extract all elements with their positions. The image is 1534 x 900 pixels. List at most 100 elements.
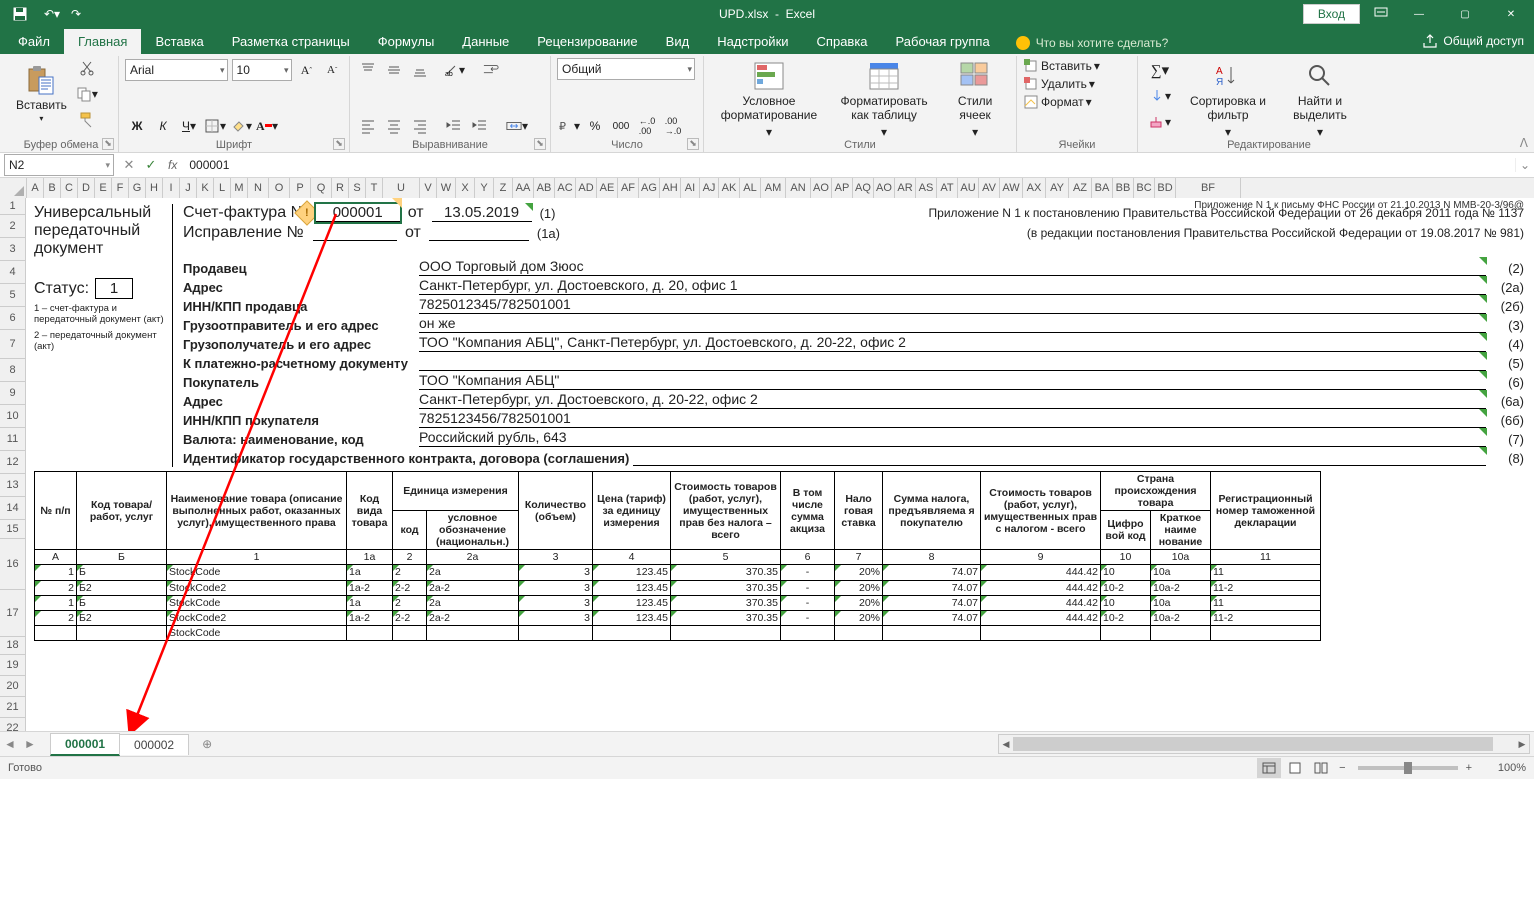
table-cell[interactable]: 10a — [1151, 565, 1211, 580]
column-header[interactable]: AB — [534, 178, 555, 198]
tab-home[interactable]: Главная — [64, 29, 141, 54]
row-header[interactable]: 11 — [0, 428, 26, 451]
sheets-prev-button[interactable]: ◄ — [0, 737, 20, 751]
column-header[interactable]: AD — [576, 178, 597, 198]
table-cell[interactable]: 74.07 — [883, 565, 981, 580]
tab-file[interactable]: Файл — [4, 29, 64, 54]
cell-styles-button[interactable]: Стили ячеек▾ — [940, 58, 1010, 141]
maximize-button[interactable]: ▢ — [1442, 0, 1488, 28]
column-header[interactable]: BD — [1155, 178, 1176, 198]
column-headers[interactable]: ABCDEFGHIJKLMNOPQRSTUVWXYZAAABACADAEAFAG… — [0, 178, 1534, 199]
table-row[interactable]: 2Б2StockCode21a-22-22a-23123.45370.35-20… — [35, 580, 1321, 595]
table-cell[interactable]: - — [781, 565, 835, 580]
table-cell[interactable]: 20% — [835, 610, 883, 625]
column-header[interactable]: AL — [740, 178, 761, 198]
table-cell[interactable]: 1a-2 — [347, 610, 393, 625]
page-break-view-button[interactable] — [1309, 758, 1333, 778]
table-cell[interactable]: Б — [77, 565, 167, 580]
column-header[interactable]: X — [456, 178, 475, 198]
tab-data[interactable]: Данные — [448, 29, 523, 54]
table-cell[interactable] — [1211, 625, 1321, 640]
column-header[interactable]: AC — [555, 178, 576, 198]
column-header[interactable]: BC — [1134, 178, 1155, 198]
table-row[interactable]: 2Б2StockCode21a-22-22a-23123.45370.35-20… — [35, 610, 1321, 625]
table-cell[interactable]: 10-2 — [1101, 610, 1151, 625]
table-cell[interactable]: 444.42 — [981, 580, 1101, 595]
column-header[interactable]: AY — [1046, 178, 1069, 198]
table-cell[interactable]: 370.35 — [671, 565, 781, 580]
column-header[interactable]: J — [180, 178, 197, 198]
share-button[interactable]: Общий доступ — [1423, 28, 1524, 54]
column-header[interactable]: F — [112, 178, 129, 198]
table-cell[interactable] — [77, 625, 167, 640]
percent-button[interactable]: % — [583, 114, 607, 138]
column-header[interactable]: AW — [1000, 178, 1023, 198]
column-header[interactable]: BF — [1176, 178, 1241, 198]
row-header[interactable]: 1 — [0, 198, 26, 215]
table-cell[interactable]: 20% — [835, 595, 883, 610]
column-header[interactable]: U — [383, 178, 420, 198]
increase-font-button[interactable]: Aˆ — [296, 58, 318, 82]
spreadsheet-grid[interactable]: ABCDEFGHIJKLMNOPQRSTUVWXYZAAABACADAEAFAG… — [0, 178, 1534, 731]
table-cell[interactable]: 2-2 — [393, 610, 427, 625]
zoom-slider[interactable] — [1358, 766, 1458, 770]
table-cell[interactable]: 3 — [519, 580, 593, 595]
table-cell[interactable]: 123.45 — [593, 580, 671, 595]
table-cell[interactable]: 1a — [347, 595, 393, 610]
collapse-ribbon-button[interactable]: ᐱ — [1520, 136, 1528, 150]
table-cell[interactable]: 1a — [347, 565, 393, 580]
format-painter-button[interactable] — [75, 108, 99, 132]
info-value[interactable]: Санкт-Петербург, ул. Достоевского, д. 20… — [419, 277, 1486, 295]
table-cell[interactable] — [883, 625, 981, 640]
column-header[interactable]: S — [349, 178, 366, 198]
table-cell[interactable]: 1a-2 — [347, 580, 393, 595]
column-header[interactable]: AG — [639, 178, 660, 198]
column-header[interactable]: AM — [761, 178, 786, 198]
table-cell[interactable] — [781, 625, 835, 640]
table-cell[interactable]: 370.35 — [671, 580, 781, 595]
undo-button[interactable]: ↶▾ — [40, 2, 64, 26]
scroll-thumb[interactable] — [1013, 737, 1493, 751]
bold-button[interactable]: Ж — [125, 114, 149, 138]
table-cell[interactable]: - — [781, 580, 835, 595]
table-cell[interactable]: 10 — [1101, 565, 1151, 580]
table-cell[interactable]: 2 — [35, 610, 77, 625]
column-header[interactable]: H — [146, 178, 163, 198]
invoice-date[interactable]: 13.05.2019 — [432, 204, 532, 222]
sheet-tab-2[interactable]: 000002 — [119, 734, 189, 755]
table-cell[interactable]: 3 — [519, 595, 593, 610]
table-row[interactable]: 1БStockCode1a22a3123.45370.35-20%74.0744… — [35, 565, 1321, 580]
name-box[interactable]: N2 — [4, 154, 114, 176]
format-as-table-button[interactable]: Форматировать как таблицу▾ — [830, 58, 938, 141]
align-top-button[interactable] — [356, 58, 380, 82]
table-cell[interactable] — [835, 625, 883, 640]
table-cell[interactable]: 123.45 — [593, 595, 671, 610]
row-header[interactable]: 14 — [0, 497, 26, 520]
merge-button[interactable]: ▾ — [502, 114, 532, 138]
items-table[interactable]: № п/п Код товара/работ, услуг Наименован… — [34, 471, 1321, 641]
sheet-content[interactable]: Универсальный передаточный документ Стат… — [26, 198, 1534, 731]
column-header[interactable]: AU — [958, 178, 979, 198]
align-right-button[interactable] — [408, 114, 432, 138]
column-header[interactable]: AP — [832, 178, 853, 198]
column-header[interactable]: P — [290, 178, 311, 198]
table-cell[interactable]: StockCode2 — [167, 580, 347, 595]
accept-formula-button[interactable]: ✓ — [140, 157, 162, 173]
align-middle-button[interactable] — [382, 58, 406, 82]
minimize-button[interactable]: — — [1396, 0, 1442, 28]
table-row[interactable]: StockCode — [35, 625, 1321, 640]
table-cell[interactable]: 74.07 — [883, 610, 981, 625]
status-value[interactable]: 1 — [95, 278, 133, 299]
column-header[interactable]: C — [61, 178, 78, 198]
decrease-indent-button[interactable] — [442, 114, 466, 138]
column-header[interactable]: G — [129, 178, 146, 198]
column-header[interactable]: AJ — [700, 178, 719, 198]
tab-formulas[interactable]: Формулы — [364, 29, 449, 54]
info-value[interactable] — [633, 448, 1486, 466]
column-header[interactable]: Y — [475, 178, 494, 198]
wrap-text-button[interactable] — [476, 58, 506, 82]
table-cell[interactable]: 1 — [35, 565, 77, 580]
column-header[interactable]: Q — [311, 178, 332, 198]
table-cell[interactable]: - — [781, 610, 835, 625]
fill-button[interactable]: ▾ — [1144, 84, 1176, 108]
